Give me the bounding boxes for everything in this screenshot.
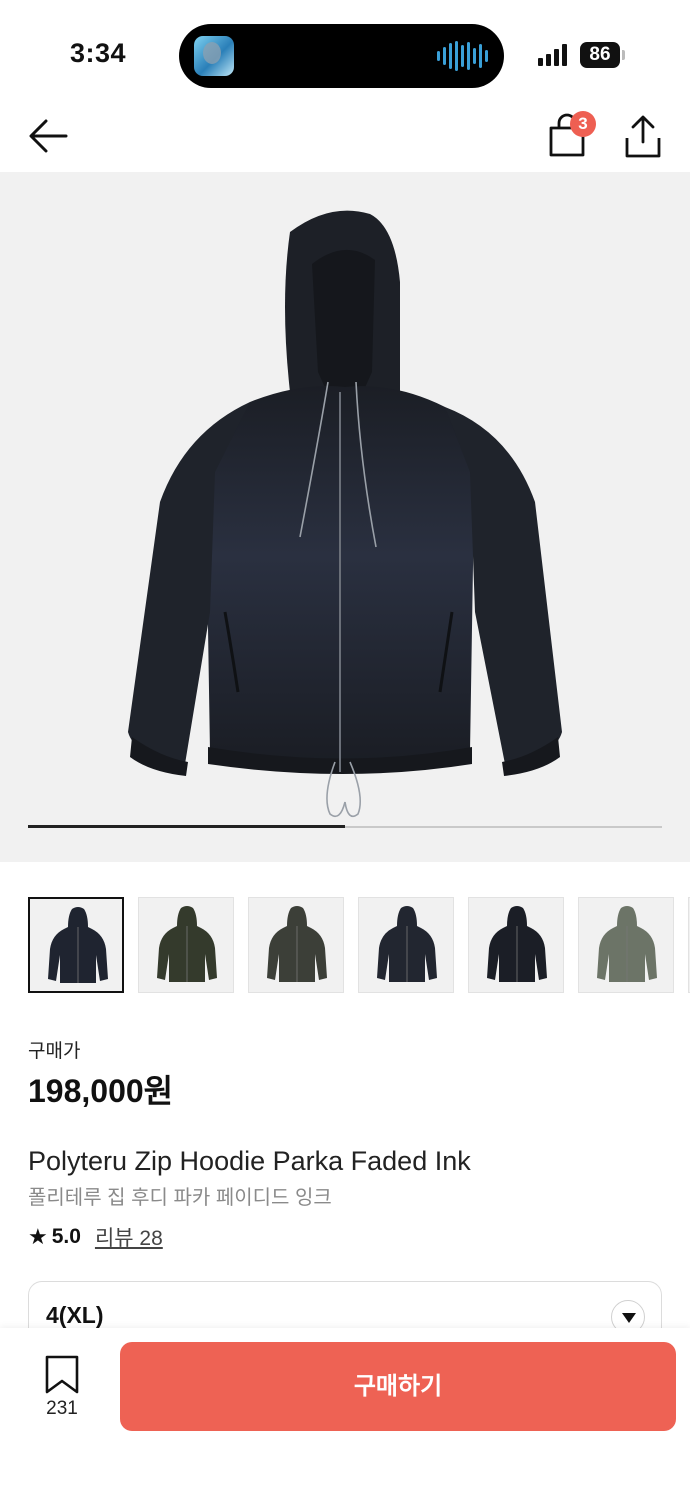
battery-icon: 86: [580, 42, 620, 68]
thumbnail-image: [267, 906, 327, 982]
bookmark-button[interactable]: 231: [40, 1354, 84, 1420]
product-price: 198,000원: [28, 1073, 174, 1109]
rating-score: 5.0: [51, 1225, 81, 1248]
thumbnail-strip[interactable]: [28, 897, 690, 993]
cart-count-badge: 3: [570, 111, 596, 137]
thumbnail-image: [487, 906, 547, 982]
top-nav: 3: [0, 100, 690, 172]
bottom-action-bar: 231 구매하기: [0, 1328, 690, 1500]
selected-size: 4(XL): [46, 1302, 104, 1328]
product-name-en: Polyteru Zip Hoodie Parka Faded Ink: [28, 1146, 471, 1176]
battery-tip: [622, 50, 625, 60]
thumbnail-5[interactable]: [468, 897, 564, 993]
thumbnail-image: [157, 906, 217, 982]
star-icon: ★: [28, 1224, 48, 1249]
dynamic-island[interactable]: [179, 24, 504, 88]
thumbnail-1[interactable]: [28, 897, 124, 993]
cellular-signal-icon: [538, 44, 567, 66]
audio-waveform-icon: [437, 41, 488, 71]
hoodie-product-image: [128, 210, 562, 818]
thumbnail-6[interactable]: [578, 897, 674, 993]
carousel-progress-fill: [28, 825, 345, 828]
reviews-link[interactable]: 리뷰 28: [95, 1222, 163, 1252]
thumbnail-image: [597, 906, 657, 982]
thumbnail-2[interactable]: [138, 897, 234, 993]
thumbnail-image: [377, 906, 437, 982]
product-name-ko: 폴리테루 집 후디 파카 페이디드 잉크: [28, 1187, 332, 1209]
rating-row: ★ 5.0 리뷰 28: [28, 1222, 163, 1252]
now-playing-app-icon: [194, 36, 234, 76]
back-button[interactable]: [26, 116, 70, 156]
share-button[interactable]: [622, 112, 664, 160]
thumbnail-3[interactable]: [248, 897, 344, 993]
share-icon: [625, 115, 661, 158]
thumbnail-image: [48, 907, 108, 983]
arrow-left-icon: [29, 119, 68, 153]
bookmark-icon: [45, 1355, 79, 1394]
thumbnail-4[interactable]: [358, 897, 454, 993]
status-bar: 3:34 86: [0, 0, 690, 100]
buy-button[interactable]: 구매하기: [120, 1342, 676, 1431]
bookmark-count: 231: [46, 1398, 78, 1419]
carousel-progress-track: [28, 825, 662, 828]
status-time: 3:34: [70, 38, 127, 68]
price-label: 구매가: [28, 1041, 81, 1062]
product-image-carousel[interactable]: [0, 172, 690, 862]
